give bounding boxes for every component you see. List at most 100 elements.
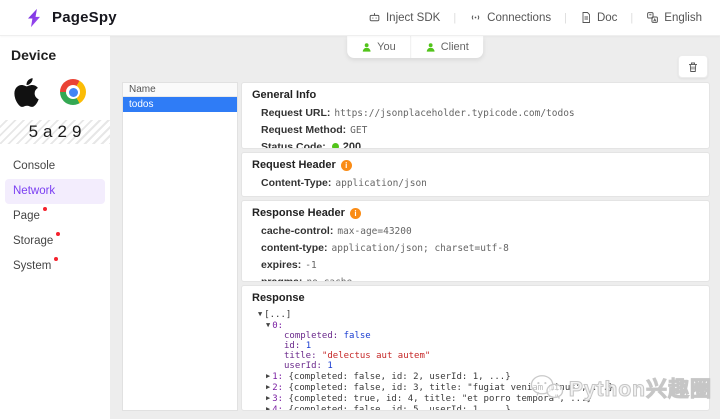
nav-label: Inject SDK (386, 12, 440, 24)
trash-icon (687, 61, 699, 73)
tree-row: userId: 1 (252, 361, 699, 371)
sidebar-item-network[interactable]: Network (5, 179, 105, 204)
expand-arrow-icon[interactable]: ▶ (266, 383, 270, 391)
response-header-card: Response Header i cache-control: max-age=… (241, 200, 710, 282)
badge-dot (54, 257, 58, 261)
inject-sdk-icon (368, 11, 381, 24)
network-panels: Name todos General Info Request URL: http… (122, 82, 710, 411)
doc-icon (580, 11, 592, 24)
tree-segment-plain: [...] (264, 310, 291, 320)
request-list-panel: Name todos (122, 82, 238, 411)
info-icon[interactable]: i (350, 208, 361, 219)
nav-separator: | (630, 12, 633, 24)
brand-title: PageSpy (52, 9, 117, 26)
app-header: PageSpy Inject SDK | Connections (0, 0, 720, 36)
sidebar-item-system[interactable]: System (0, 254, 110, 279)
expand-arrow-icon[interactable]: ▶ (266, 372, 270, 380)
general-info-card: General Info Request URL: https://jsonpla… (241, 82, 710, 149)
menu-label: Page (13, 210, 40, 222)
request-row-todos[interactable]: todos (123, 97, 237, 112)
list-column-name: Name (123, 83, 237, 97)
brand[interactable]: PageSpy (24, 7, 117, 29)
tree-segment-index: 0: (272, 321, 283, 331)
tree-segment-num: 1 (327, 361, 332, 371)
collapse-arrow-icon[interactable]: ▼ (258, 310, 262, 318)
tree-segment-index: 1: (272, 372, 288, 382)
kv-value: no-cache (306, 277, 352, 282)
nav-label: Doc (597, 12, 617, 24)
request-header-rows: Content-Type:application/json (252, 175, 699, 192)
tree-segment-key: id: (284, 341, 306, 351)
menu-label: Console (13, 160, 55, 172)
main-area: You Client Name todos Gen (110, 36, 720, 419)
kv-value: max-age=43200 (337, 226, 411, 237)
user-icon (361, 42, 372, 53)
sidebar-menu: Console Network Page Storage System (0, 154, 110, 279)
tree-segment-preview: {completed: false, id: 2, userId: 1, ...… (288, 372, 510, 382)
card-title-text: Response Header (252, 207, 345, 219)
tree-row: id: 1 (252, 341, 699, 351)
nav-inject-sdk[interactable]: Inject SDK (368, 11, 440, 24)
kv-value: GET (350, 125, 367, 136)
device-sidebar: Device 5a29 Console Network Page Storage… (0, 36, 110, 419)
kv-row: content-type:application/json; charset=u… (261, 240, 699, 257)
kv-value: https://jsonplaceholder.typicode.com/tod… (334, 108, 574, 119)
tree-row[interactable]: ▶2: {completed: false, id: 3, title: "fu… (252, 382, 699, 393)
tree-segment-preview: {completed: true, id: 4, title: "et porr… (288, 394, 591, 404)
tree-row[interactable]: ▶4: {completed: false, id: 5, userId: 1,… (252, 404, 699, 411)
tree-segment-key: userId: (284, 361, 327, 371)
connection-tabs: You Client (347, 36, 483, 58)
kv-label: expires: (261, 259, 301, 271)
tree-row[interactable]: ▼0: (252, 320, 699, 331)
tab-you[interactable]: You (347, 36, 410, 58)
card-title-text: Request Header (252, 159, 336, 171)
nav-doc[interactable]: Doc (580, 11, 617, 24)
response-card: Response ▼[...]▼0:completed: falseid: 1t… (241, 285, 710, 411)
collapse-arrow-icon[interactable]: ▼ (266, 321, 270, 329)
tree-segment-key: completed: (284, 331, 344, 341)
kv-label: cache-control: (261, 225, 333, 237)
status-code-value: 200 (343, 141, 361, 149)
kv-label: Content-Type: (261, 177, 331, 189)
tree-segment-index: 4: (272, 405, 288, 411)
badge-dot (56, 232, 60, 236)
tab-client[interactable]: Client (410, 36, 483, 58)
sidebar-item-console[interactable]: Console (0, 154, 110, 179)
request-header-card: Request Header i Content-Type:applicatio… (241, 152, 710, 197)
tree-row[interactable]: ▶3: {completed: true, id: 4, title: "et … (252, 393, 699, 404)
tab-label: Client (441, 41, 469, 53)
request-detail-panel: General Info Request URL: https://jsonpla… (241, 82, 710, 411)
kv-label: Status Code: (261, 141, 326, 149)
info-icon[interactable]: i (341, 160, 352, 171)
tree-segment-preview: {completed: false, id: 3, title: "fugiat… (288, 383, 613, 393)
kv-row: Request URL: https://jsonplaceholder.typi… (261, 105, 699, 122)
response-header-rows: cache-control: max-age=43200 content-type… (252, 223, 699, 282)
nav-language[interactable]: English (646, 11, 702, 24)
json-tree: ▼[...]▼0:completed: falseid: 1title: "de… (252, 309, 699, 411)
apple-icon (13, 76, 40, 109)
badge-dot (43, 207, 47, 211)
clear-button[interactable] (678, 55, 708, 78)
tree-row[interactable]: ▶1: {completed: false, id: 2, userId: 1,… (252, 371, 699, 382)
nav-separator: | (564, 12, 567, 24)
tree-segment-str: "delectus aut autem" (322, 351, 430, 361)
tree-row[interactable]: ▼[...] (252, 309, 699, 320)
menu-label: Storage (13, 235, 53, 247)
sidebar-item-storage[interactable]: Storage (0, 229, 110, 254)
kv-label: Request URL: (261, 107, 330, 119)
kv-row: cache-control: max-age=43200 (261, 223, 699, 240)
nav-separator: | (453, 12, 456, 24)
general-info-title: General Info (252, 89, 699, 101)
menu-label: Network (13, 185, 55, 197)
expand-arrow-icon[interactable]: ▶ (266, 394, 270, 402)
sidebar-item-page[interactable]: Page (0, 204, 110, 229)
kv-row: Request Method:GET (261, 122, 699, 139)
kv-row: Content-Type:application/json (261, 175, 699, 192)
user-icon (425, 42, 436, 53)
tree-row: title: "delectus aut autem" (252, 351, 699, 361)
response-title: Response (252, 292, 699, 304)
expand-arrow-icon[interactable]: ▶ (266, 405, 270, 411)
kv-label: content-type: (261, 242, 328, 254)
general-info-rows: Request URL: https://jsonplaceholder.typi… (252, 105, 699, 149)
nav-connections[interactable]: Connections (469, 11, 551, 24)
